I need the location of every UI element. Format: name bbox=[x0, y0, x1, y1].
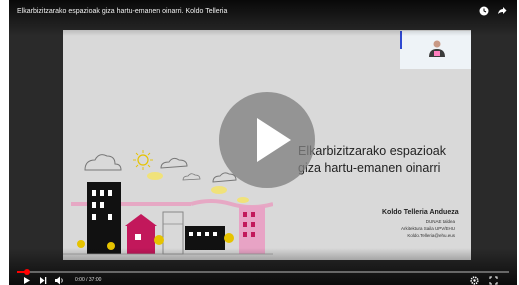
play-overlay-button[interactable] bbox=[219, 92, 315, 188]
slide-title-line-1: Elkarbizitzarako espazioak bbox=[298, 144, 446, 158]
top-overlay bbox=[9, 0, 517, 36]
time-display: 0:00 / 37:00 bbox=[75, 277, 102, 283]
speaker-webcam bbox=[400, 31, 471, 69]
video-title[interactable]: Elkarbizitzarako espazioak giza hartu-em… bbox=[17, 8, 227, 15]
control-bar: 0:00 / 37:00 bbox=[17, 276, 509, 285]
gear-icon[interactable] bbox=[470, 276, 479, 285]
slide-affiliation-dept: Arkitektura Saila UPV/EHU bbox=[400, 226, 455, 231]
slide-author: Koldo Telleria Andueza bbox=[382, 209, 459, 216]
next-icon[interactable] bbox=[39, 276, 47, 285]
share-icon[interactable] bbox=[497, 6, 507, 18]
fullscreen-icon[interactable] bbox=[489, 276, 498, 285]
volume-icon[interactable] bbox=[55, 276, 65, 285]
slide-affiliation-group: DUNAE taldea bbox=[425, 219, 455, 224]
slide-email: Koldo.Telleria@ehu.eus bbox=[407, 233, 455, 238]
video-player[interactable]: Elkarbizitzarako espazioak giza hartu-em… bbox=[9, 0, 517, 285]
slide-title: Elkarbizitzarako espazioak giza hartu-em… bbox=[298, 143, 446, 177]
play-icon bbox=[257, 118, 291, 162]
progress-scrubber[interactable] bbox=[23, 269, 30, 275]
progress-bar[interactable] bbox=[17, 269, 509, 275]
speaker-figure bbox=[429, 40, 445, 57]
top-actions bbox=[479, 6, 507, 18]
clock-icon[interactable] bbox=[479, 6, 489, 18]
play-icon[interactable] bbox=[23, 276, 31, 285]
slide-title-line-2: giza hartu-emanen oinarri bbox=[298, 161, 441, 175]
